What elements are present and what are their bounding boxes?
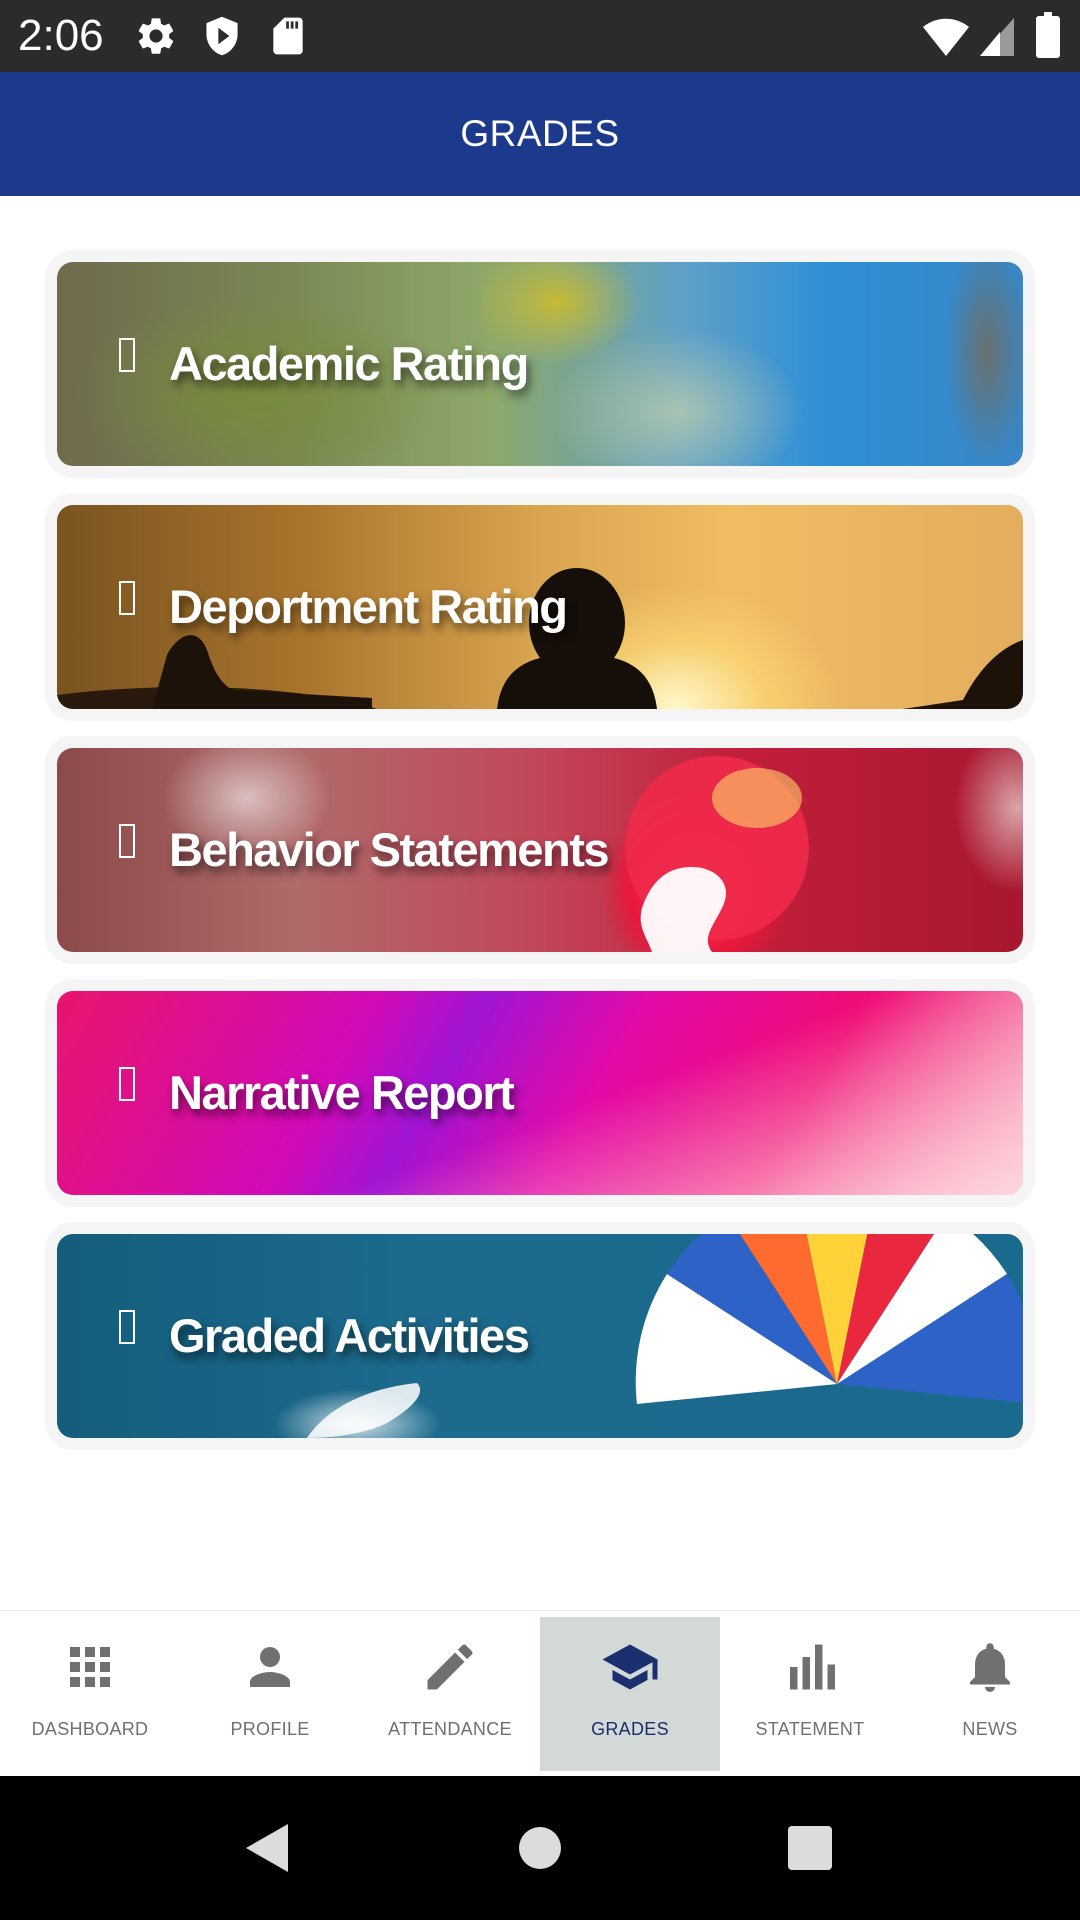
nav-item-statement[interactable]: STATEMENT [720,1611,900,1777]
card-graded-activities-frame: Graded Activities [45,1222,1035,1450]
card-glyph-icon [119,581,135,615]
nav-item-dashboard[interactable]: DASHBOARD [0,1611,180,1777]
behavior-statements-card[interactable]: Behavior Statements [57,748,1023,952]
nav-item-profile[interactable]: PROFILE [180,1611,360,1777]
grades-menu: Academic Rating Deportment Rating Behavi… [0,196,1080,1610]
card-narrative-report-frame: Narrative Report [45,979,1035,1207]
recents-icon[interactable] [786,1822,834,1874]
card-glyph-icon [119,1067,135,1101]
grid-icon [70,1647,110,1687]
nav-label: STATEMENT [755,1719,865,1739]
shield-icon [206,16,238,56]
nav-label: NEWS [962,1719,1018,1739]
card-behavior-statements-frame: Behavior Statements [45,736,1035,964]
status-bar: 2:06 [0,0,1080,72]
nav-label: PROFILE [230,1719,310,1739]
nav-label: ATTENDANCE [388,1719,512,1739]
home-icon[interactable] [518,1822,562,1874]
card-label: Narrative Report [169,1066,515,1119]
card-glyph-icon [119,824,135,858]
status-time: 2:06 [18,11,104,60]
settings-icon [138,18,174,54]
signal-icon [980,18,1014,56]
card-deportment-rating-frame: Deportment Rating [45,493,1035,721]
bottom-navigation: DASHBOARD PROFILE ATTENDANCE GRADES STAT… [0,1610,1080,1776]
card-glyph-icon [119,1310,135,1344]
bar-chart-icon [790,1644,835,1690]
academic-rating-card[interactable]: Academic Rating [57,262,1023,466]
narrative-report-card[interactable]: Narrative Report [57,991,1023,1195]
wifi-icon [923,18,969,56]
app-bar: GRADES [0,72,1080,196]
nav-item-attendance[interactable]: ATTENDANCE [360,1611,540,1777]
bell-icon [970,1643,1010,1692]
battery-icon [1036,12,1060,58]
sd-card-icon [273,17,303,55]
nav-label: GRADES [591,1719,669,1739]
card-label: Academic Rating [169,337,529,390]
nav-item-news[interactable]: NEWS [900,1611,1080,1777]
person-icon [250,1647,290,1687]
nav-label: DASHBOARD [31,1719,149,1739]
card-academic-rating-frame: Academic Rating [45,250,1035,478]
nav-item-grades[interactable]: GRADES [540,1611,720,1777]
card-label: Behavior Statements [169,823,610,876]
card-glyph-icon [119,338,135,372]
deportment-rating-card[interactable]: Deportment Rating [57,505,1023,709]
card-label: Graded Activities [169,1309,530,1362]
card-label: Deportment Rating [169,580,568,633]
pencil-icon [427,1644,473,1690]
system-navigation-bar [0,1776,1080,1920]
page-title: GRADES [460,113,620,154]
graded-activities-card[interactable]: Graded Activities [57,1234,1023,1438]
back-icon[interactable] [242,1822,292,1874]
graduation-cap-icon [602,1644,658,1690]
